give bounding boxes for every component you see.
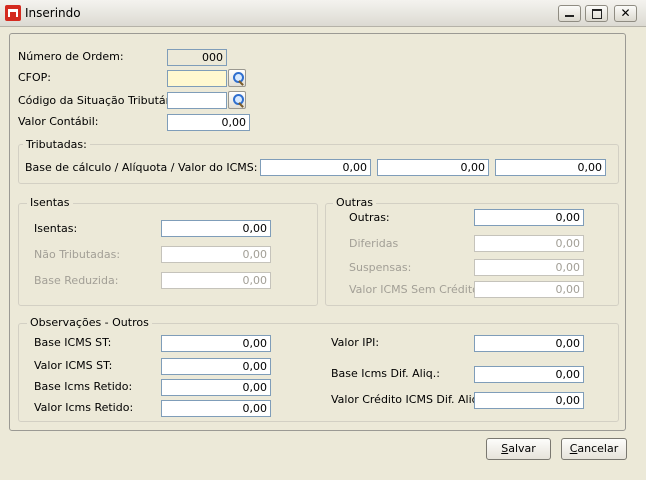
cst-search-icon[interactable] [228,91,246,109]
valor-credito-dif-input[interactable]: 0,00 [474,392,584,409]
isentas-title: Isentas [27,196,73,209]
valor-icms-st-label: Valor ICMS ST: [34,359,113,372]
base-icms-st-input[interactable]: 0,00 [161,335,271,352]
base-icms-st-label: Base ICMS ST: [34,336,112,349]
base-icms-retido-input[interactable]: 0,00 [161,379,271,396]
valor-icms-retido-input[interactable]: 0,00 [161,400,271,417]
outras-input[interactable]: 0,00 [474,209,584,226]
maximize-button[interactable] [585,5,608,22]
base-icms-retido-label: Base Icms Retido: [34,380,133,393]
cfop-input[interactable] [167,70,227,87]
valor-icms-retido-label: Valor Icms Retido: [34,401,134,414]
nao-tributadas-label: Não Tributadas: [34,248,121,261]
base-reduzida-input: 0,00 [161,272,271,289]
title-bar[interactable]: Inserindo ✕ [0,0,646,27]
outras-label: Outras: [349,211,390,224]
main-panel: Número de Ordem: 000 CFOP: Código da Sit… [9,33,626,431]
cfop-label: CFOP: [18,71,52,84]
tributadas-label: Base de cálculo / Alíquota / Valor do IC… [25,161,258,174]
outras-title: Outras [333,196,376,209]
valor-ipi-input[interactable]: 0,00 [474,335,584,352]
icms-sem-credito-label: Valor ICMS Sem Crédito: [349,283,483,296]
numero-ordem-field: 000 [167,49,227,66]
icms-sem-credito-input: 0,00 [474,281,584,298]
salvar-button[interactable]: Salvar [486,438,551,460]
valor-contabil-label: Valor Contábil: [18,115,99,128]
cst-input[interactable] [167,92,227,109]
aliquota-input[interactable]: 0,00 [377,159,489,176]
diferidas-input: 0,00 [474,235,584,252]
diferidas-label: Diferidas [349,237,399,250]
suspensas-label: Suspensas: [349,261,412,274]
cancelar-label: ancelar [577,442,619,455]
close-button[interactable]: ✕ [614,5,637,22]
tributadas-title: Tributadas: [23,138,90,151]
base-calculo-input[interactable]: 0,00 [260,159,371,176]
salvar-label: alvar [508,442,536,455]
numero-ordem-label: Número de Ordem: [18,50,124,63]
valor-icms-st-input[interactable]: 0,00 [161,358,271,375]
base-icms-dif-input[interactable]: 0,00 [474,366,584,383]
cst-label: Código da Situação Tributária: [18,94,184,107]
cancelar-button[interactable]: Cancelar [561,438,627,460]
isentas-input[interactable]: 0,00 [161,220,271,237]
close-icon: ✕ [620,6,631,20]
base-reduzida-label: Base Reduzida: [34,274,119,287]
cfop-search-icon[interactable] [228,69,246,87]
valor-credito-dif-label: Valor Crédito ICMS Dif. Aliq.: [331,393,486,406]
nao-tributadas-input: 0,00 [161,246,271,263]
app-logo-icon [5,5,21,21]
minimize-button[interactable] [558,5,581,22]
valor-icms-input[interactable]: 0,00 [495,159,606,176]
suspensas-input: 0,00 [474,259,584,276]
base-icms-dif-label: Base Icms Dif. Aliq.: [331,367,440,380]
observacoes-title: Observações - Outros [27,316,152,329]
valor-contabil-input[interactable]: 0,00 [167,114,250,131]
isentas-label: Isentas: [34,222,78,235]
valor-ipi-label: Valor IPI: [331,336,380,349]
window-title: Inserindo [25,6,81,20]
